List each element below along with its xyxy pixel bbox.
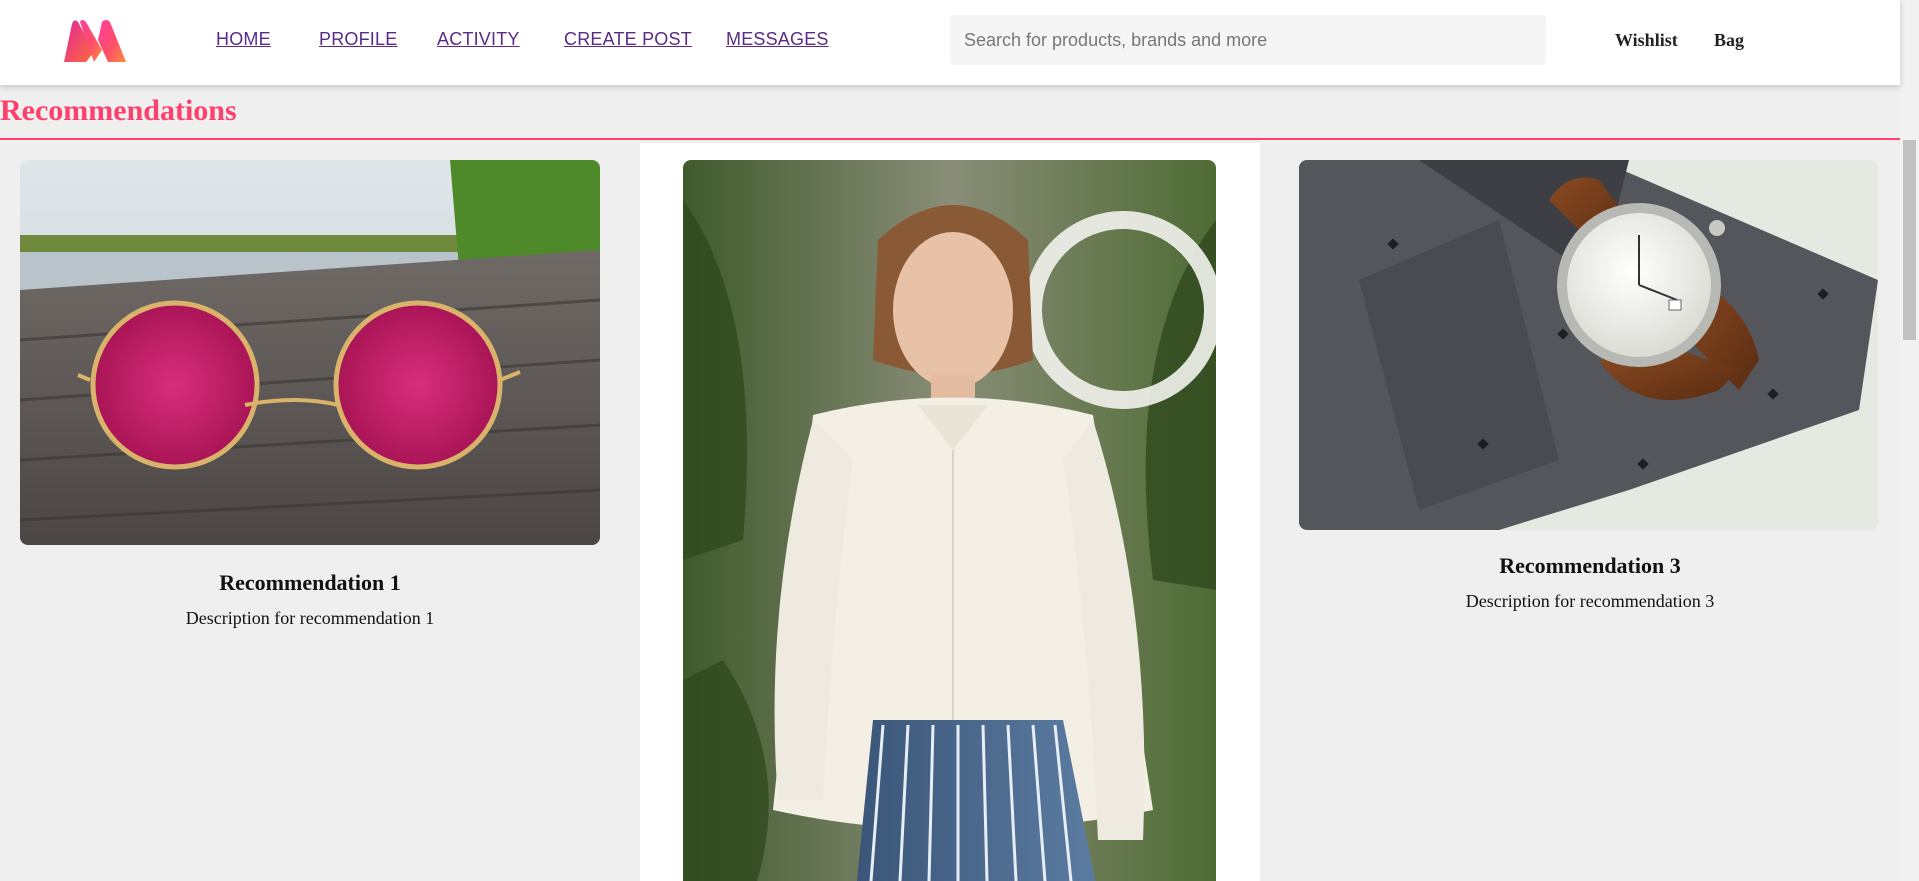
search-input[interactable] [950,15,1546,65]
recommendation-card-2[interactable] [640,143,1260,881]
section-divider [0,138,1900,140]
pink-sunglasses-photo [20,160,600,545]
card-description: Description for recommendation 1 [185,608,435,628]
recommendation-card-3[interactable]: Recommendation 3 Description for recomme… [1280,143,1900,881]
card-description: Description for recommendation 3 [1465,591,1715,611]
scrollbar-thumb[interactable] [1903,140,1916,340]
bag-link[interactable]: Bag [1714,30,1744,51]
woman-white-blouse-photo [683,160,1216,881]
nav-activity[interactable]: ACTIVITY [437,29,520,50]
wristwatch-on-tie-photo [1299,160,1878,530]
nav-profile[interactable]: PROFILE [319,29,397,50]
myntra-logo-icon[interactable] [62,18,128,64]
recommendation-card-1[interactable]: Recommendation 1 Description for recomme… [0,143,620,881]
nav-messages[interactable]: MESSAGES [726,29,829,50]
wishlist-link[interactable]: Wishlist [1615,30,1678,51]
recommendations-heading: Recommendations [0,94,237,127]
nav-home[interactable]: HOME [216,29,271,50]
card-title: Recommendation 1 [219,570,401,595]
page-scrollbar[interactable] [1900,0,1919,881]
top-header: HOME PROFILE ACTIVITY CREATE POST MESSAG… [0,0,1900,85]
nav-create-post[interactable]: CREATE POST [564,29,692,50]
card-title: Recommendation 3 [1499,553,1681,578]
